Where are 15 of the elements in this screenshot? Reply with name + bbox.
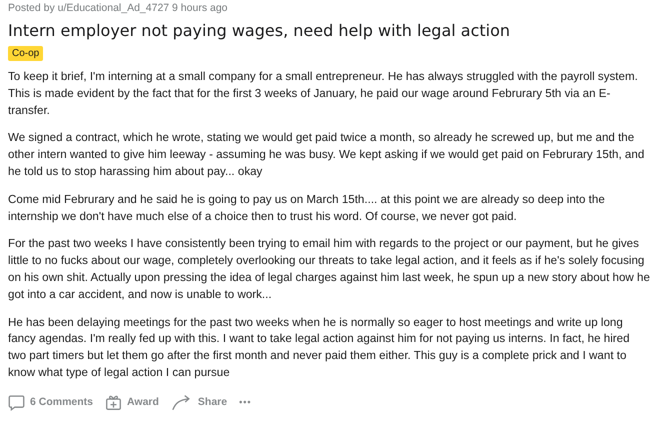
comments-button[interactable]: 6 Comments <box>8 392 94 413</box>
gift-icon <box>105 394 122 411</box>
body-paragraph: Come mid Februrary and he said he is going to pay us on March 15th.... at this point we are already so deep into the internship we don't have much else of a choice then to trust his word. Of course, we never got paid. <box>8 192 606 225</box>
share-button[interactable]: Share <box>170 392 228 413</box>
award-button[interactable]: Award <box>105 392 159 413</box>
more-button[interactable]: ••• <box>239 395 252 410</box>
body-paragraph: He has been delaying meetings for the past two weeks when he is normally so eager to host meetings and write up long fancy agendas. I'm really fed up with this. I want to take legal action against him for not paying us interns. In fact, he hired two part timers but let them go after the first month and never paid them either. This guy is a complete prick and I want to know what type of legal action I can pursue <box>8 314 631 381</box>
body-paragraph: We signed a contract, which he wrote, stating we would get paid twice a month, so already he screwed up, but me and the other intern wanted to give him leeway - assuming he was busy. We kept asking if we would get paid on Februrary 15th, and he told us to stop harassing him about pay... okay <box>8 130 646 180</box>
body-paragraph: To keep it brief, I'm interning at a small company for a small entrepreneur. He has always struggled with the payroll system. This is made evident by the fact that for the first 3 weeks of January, he paid our wage around Februrary 5th via an E-transfer. <box>8 69 639 119</box>
body-paragraph: For the past two weeks I have consistently been trying to email him with regards to the project or our payment, but he gives little to no fucks about our wage, completely overlooking our threats to take legal action, and it feels as if he's solely focusing on his own shit. Actually upon pressing the idea of legal charges against him last week, he spun up a new story about how he got into a car accident, and now is unable to work... <box>8 236 650 303</box>
share-arrow-icon <box>170 394 193 411</box>
flair-tag[interactable]: Co-op <box>8 46 44 61</box>
comment-icon <box>8 394 25 411</box>
post-byline: Posted by u/Educational_Ad_4727 9 hours ago <box>8 1 229 15</box>
post-title: Intern employer not paying wages, need help with legal action <box>8 21 512 41</box>
